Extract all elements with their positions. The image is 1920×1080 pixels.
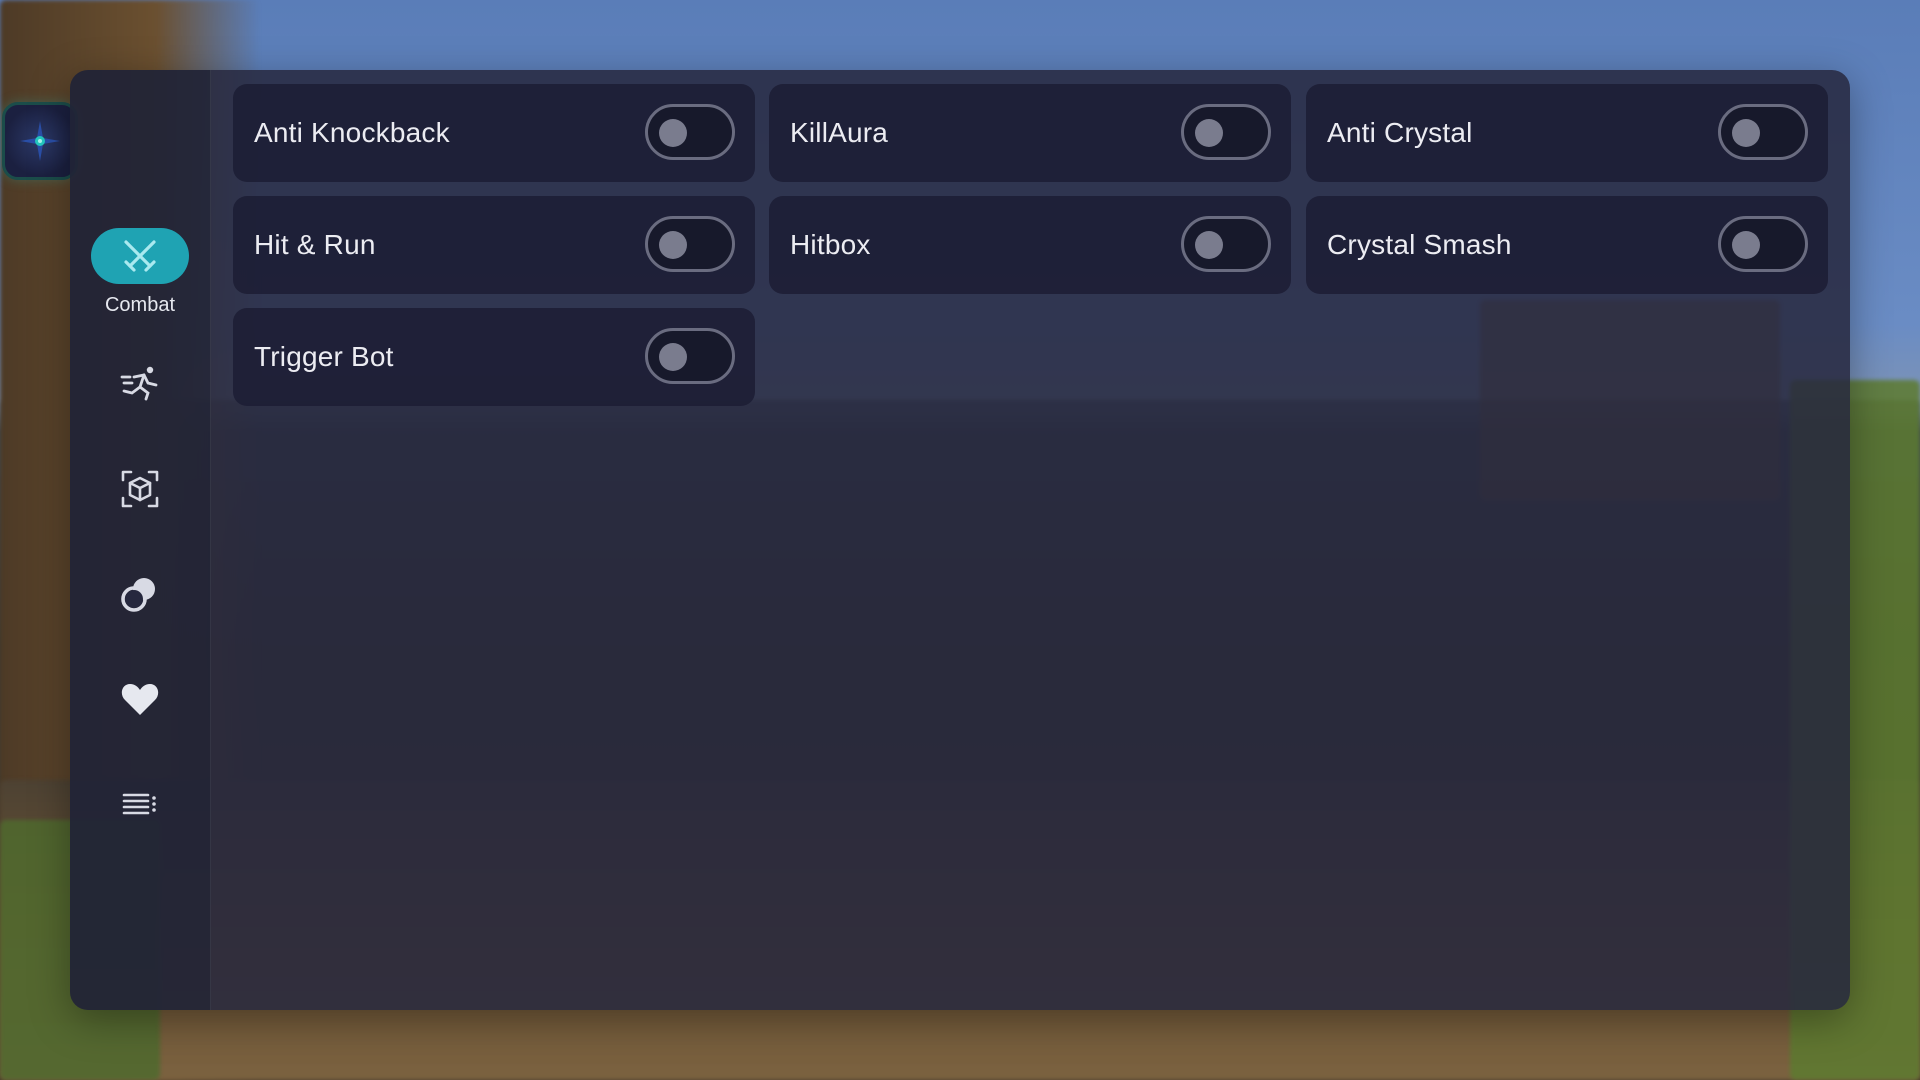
module-label: Trigger Bot — [254, 341, 394, 372]
module-toggle[interactable] — [645, 216, 735, 272]
module-toggle[interactable] — [1718, 104, 1808, 160]
module-toggle[interactable] — [1181, 104, 1271, 160]
category-render[interactable] — [70, 573, 210, 615]
module-label: KillAura — [790, 117, 889, 148]
category-misc[interactable] — [70, 783, 210, 825]
toggle-knob — [1732, 231, 1760, 259]
star-compass-icon — [20, 121, 60, 161]
module-toggle[interactable] — [645, 104, 735, 160]
category-sidebar: Combat — [70, 70, 211, 1010]
category-label: Combat — [104, 294, 176, 316]
category-world[interactable] — [70, 468, 210, 510]
crossed-swords-icon — [124, 240, 156, 272]
category-movement[interactable] — [70, 362, 210, 404]
module-label: Crystal Smash — [1327, 229, 1512, 260]
module-card[interactable]: Crystal Smash — [1306, 196, 1828, 294]
toggle-knob — [1195, 231, 1223, 259]
category-player[interactable] — [70, 678, 210, 720]
toggle-knob — [659, 343, 687, 371]
module-card[interactable]: Hit & Run — [233, 196, 755, 294]
toggle-knob — [1195, 119, 1223, 147]
module-card[interactable]: Anti Knockback — [233, 84, 755, 182]
toggle-knob — [659, 119, 687, 147]
running-figure-icon — [120, 366, 158, 401]
module-card[interactable]: Trigger Bot — [233, 308, 755, 406]
module-label: Anti Crystal — [1327, 117, 1473, 148]
toggle-knob — [1732, 119, 1760, 147]
toggle-knob — [659, 231, 687, 259]
list-menu-icon — [122, 793, 156, 815]
heart-icon — [121, 684, 159, 715]
click-gui-panel: Combat Anti Knockback KillAura Anti Crys… — [70, 70, 1850, 1010]
orbit-circles-icon — [121, 578, 155, 612]
module-toggle[interactable] — [1181, 216, 1271, 272]
module-label: Hitbox — [790, 229, 871, 260]
module-card[interactable]: Hitbox — [769, 196, 1291, 294]
category-combat-pill[interactable] — [91, 228, 189, 284]
client-logo[interactable] — [2, 102, 78, 180]
module-label: Anti Knockback — [254, 117, 450, 148]
module-label: Hit & Run — [254, 229, 376, 260]
module-card[interactable]: KillAura — [769, 84, 1291, 182]
module-toggle[interactable] — [1718, 216, 1808, 272]
module-card[interactable]: Anti Crystal — [1306, 84, 1828, 182]
cube-icon — [121, 470, 159, 508]
module-toggle[interactable] — [645, 328, 735, 384]
category-combat[interactable]: Combat — [70, 228, 210, 317]
